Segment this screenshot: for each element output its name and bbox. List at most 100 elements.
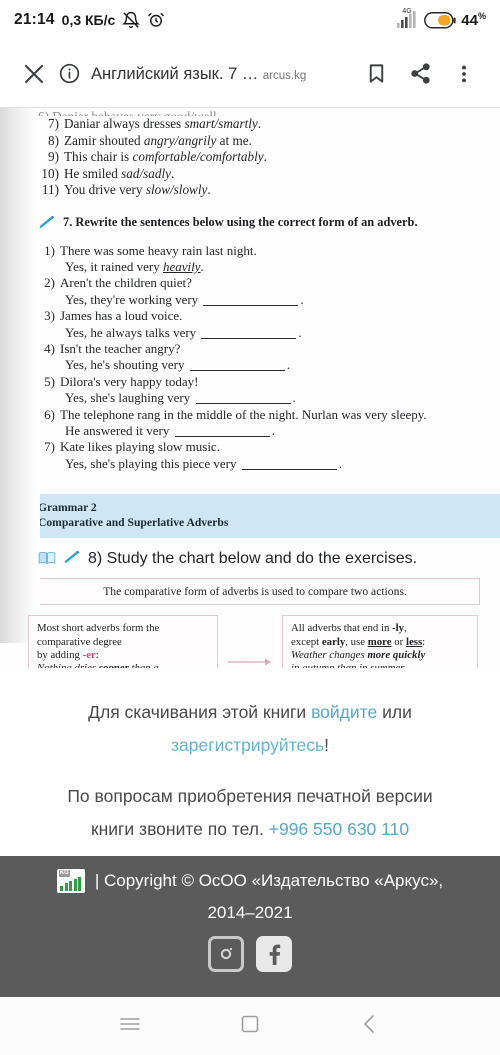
toolbar-actions — [354, 54, 486, 94]
promo-purchase-line: По вопросам приобретения печатной версии… — [22, 780, 478, 846]
item-number: 10) — [41, 165, 59, 181]
phone-link[interactable]: +996 550 630 110 — [269, 819, 409, 839]
rule-boxes: Most short adverbs form the comparative … — [28, 615, 478, 668]
book-icon — [38, 551, 56, 570]
question-text: The telephone rang in the middle of the … — [60, 406, 427, 422]
promo-text-a: Для скачивания этой книги — [88, 702, 312, 722]
close-button[interactable] — [14, 54, 54, 94]
grammar-band-line1: Grammar 2 — [38, 501, 97, 515]
share-button[interactable] — [398, 54, 442, 94]
alarm-clock-icon — [147, 11, 165, 29]
bookmark-button[interactable] — [354, 54, 398, 94]
item-number: 1) — [44, 242, 55, 258]
pencil-icon — [38, 215, 56, 235]
item-text: Zamir shouted angry/angrily at me. — [64, 132, 252, 148]
rule-box-short-adverbs: Most short adverbs form the comparative … — [28, 615, 218, 668]
answer-text: Yes, he always talks very . — [65, 324, 302, 340]
item-number: 4) — [44, 340, 55, 356]
signin-link[interactable]: войдите — [311, 702, 377, 722]
battery-percent: 44% — [461, 11, 486, 29]
overflow-menu-icon — [453, 63, 475, 85]
grammar-band-line2: Comparative and Superlative Adverbs — [38, 515, 229, 529]
cut-off-line: 6) Daniar behaves very good/well. — [38, 108, 470, 116]
list-item: 7) Daniar always dresses smart/smartly. — [38, 116, 470, 133]
page-identity[interactable]: Английский язык. 7 … arcus.kg — [58, 62, 354, 85]
answer-blank — [241, 459, 337, 470]
task-7-items: 1) There was some heavy rain last night. … — [38, 243, 470, 473]
document-viewport[interactable]: 6) Daniar behaves very good/well. 7) Dan… — [0, 108, 500, 668]
close-icon — [22, 62, 46, 86]
rule-right-line1: All adverbs that end in -ly, — [291, 622, 407, 635]
footer-socials — [18, 936, 482, 972]
page-url: arcus.kg — [262, 69, 307, 82]
task-7-title: 7. Rewrite the sentences below using the… — [63, 214, 418, 229]
item-number: 11) — [41, 182, 59, 197]
item-number: 7) — [44, 439, 55, 455]
info-icon[interactable] — [58, 62, 81, 85]
instagram-icon[interactable] — [208, 936, 244, 972]
qa-item: 7) Kate likes playing slow music. Yes, sh… — [38, 439, 470, 472]
list-item: 11) You drive very slow/slowly. — [38, 182, 470, 199]
signal-4g-icon: 4G — [397, 8, 419, 30]
scan-content: 6) Daniar behaves very good/well. 7) Dan… — [0, 108, 500, 472]
answer-text: Yes, they're working very . — [65, 291, 304, 307]
item-number: 6) — [44, 406, 55, 422]
promo-text-e: книги звоните по тел. — [90, 819, 269, 839]
task-8-heading: 8) Study the chart below and do the exer… — [38, 550, 470, 570]
logo-bars — [60, 877, 82, 891]
item-number: 9) — [48, 149, 59, 164]
item-text: Daniar always dresses smart/smartly. — [64, 116, 262, 131]
answer-text: Yes, she's playing this piece very . — [65, 455, 342, 471]
item-number: 5) — [44, 373, 55, 389]
home-button[interactable] — [222, 1006, 278, 1046]
site-footer: KG | Copyright © ОсОО «Издательство «Арк… — [0, 856, 500, 1011]
rule-right-example1: Weather changes more quickly — [291, 649, 426, 661]
qa-item: 6) The telephone rang in the middle of th… — [38, 407, 470, 440]
answer-text: Yes, she's laughing very . — [65, 390, 296, 406]
promo-signin-line: Для скачивания этой книги войдите или за… — [22, 696, 478, 762]
qa-item: 5) Dilora's very happy today! Yes, she's … — [38, 374, 470, 407]
answer-blank — [189, 360, 285, 372]
item-number: 7) — [48, 116, 59, 131]
promo-text-d: По вопросам приобретения печатной версии — [67, 786, 433, 806]
qa-item: 3) James has a loud voice. Yes, he always… — [38, 308, 470, 341]
answer-blank — [174, 426, 270, 437]
list-item: 9) This chair is comfortable/comfortably… — [38, 149, 470, 166]
status-time: 21:14 — [14, 11, 55, 28]
task-8-title: 8) Study the chart below and do the exer… — [88, 550, 418, 568]
register-link[interactable]: зарегистрируйтесь — [171, 735, 324, 755]
rule-left-example: Nothing dries sooner than a — [37, 662, 209, 668]
question-text: James has a loud voice. — [60, 308, 183, 324]
battery-percent-suffix: % — [477, 11, 486, 21]
answer-text: He answered it very . — [65, 422, 275, 438]
system-navigation-bar — [0, 997, 500, 1055]
er-suffix: -er — [82, 649, 96, 661]
status-bar-right: 4G 44% — [397, 8, 486, 30]
rule-left-line3: by adding -er: — [37, 649, 99, 661]
item-text: He smiled sad/sadly. — [64, 165, 175, 181]
promo-text-c: ! — [324, 735, 329, 755]
network-speed: 0,3 КБ/c — [61, 12, 116, 28]
arrow-right-icon — [218, 656, 282, 668]
question-text: Kate likes playing slow music. — [60, 439, 220, 455]
answer-text: Yes, he's shouting very . — [65, 357, 290, 373]
item-text: You drive very slow/slowly. — [64, 182, 211, 197]
qa-item: 1) There was some heavy rain last night. … — [38, 243, 470, 276]
bookmark-icon — [365, 62, 388, 85]
footer-copyright-row: KG | Copyright © ОсОО «Издательство «Арк… — [18, 866, 482, 896]
question-text: Isn't the teacher angry? — [60, 340, 181, 356]
item-number: 8) — [48, 132, 59, 148]
overflow-menu-button[interactable] — [442, 54, 486, 94]
question-text: There was some heavy rain last night. — [60, 242, 257, 258]
recents-button[interactable] — [102, 1006, 158, 1046]
question-text: Dilora's very happy today! — [60, 373, 199, 389]
textbook-page-scan: 6) Daniar behaves very good/well. 7) Dan… — [0, 108, 500, 668]
back-button[interactable] — [342, 1006, 398, 1046]
download-promo: Для скачивания этой книги войдите или за… — [0, 668, 500, 856]
item-text: This chair is comfortable/comfortably. — [64, 149, 267, 164]
facebook-icon[interactable] — [256, 936, 292, 972]
item-number: 3) — [44, 308, 55, 324]
battery-icon — [424, 11, 456, 29]
rule-right-line2: except early, use more or less: — [291, 635, 426, 648]
answer-blank — [201, 328, 297, 339]
